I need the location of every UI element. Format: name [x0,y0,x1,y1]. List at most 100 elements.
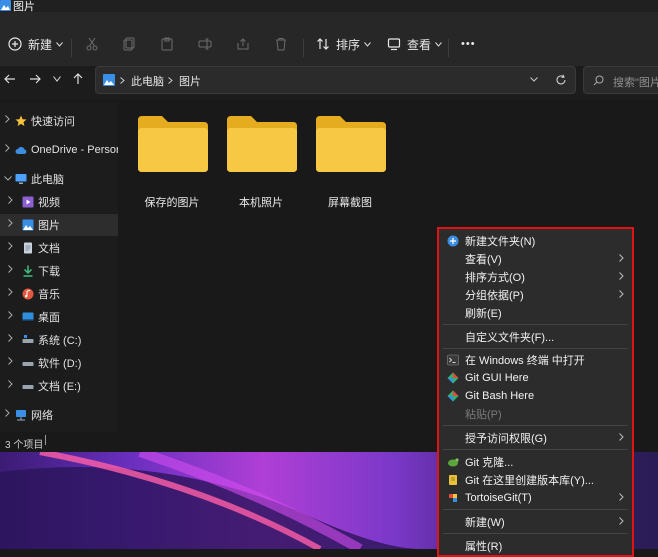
video-icon [22,196,34,208]
chevron-right-icon[interactable] [8,196,13,204]
folder-item[interactable]: 屏幕截图 [310,112,390,209]
sidebar-item-label: 下载 [38,266,60,278]
terminal-icon [447,354,459,366]
sidebar-item-label: 此电脑 [31,174,64,186]
view-icon [387,38,401,51]
network-icon [16,410,26,421]
menu-item-label: 排序方式(O) [465,272,525,284]
pictures-icon [22,219,34,231]
menu-item-give-access[interactable]: 授予访问权限(G) [439,429,632,447]
sidebar-item-quick-access[interactable]: 快速访问 [0,110,118,132]
view-button[interactable]: 查看 [387,34,442,54]
paste-button[interactable] [160,34,174,54]
sidebar-item-drive-c[interactable]: 系统 (C:) [0,329,118,351]
chevron-right-icon[interactable] [8,242,13,250]
menu-item-sort-by[interactable]: 排序方式(O) [439,268,632,286]
pictures-app-icon [0,0,11,11]
menu-item-label: 属性(R) [465,541,503,553]
menu-item-paste: 粘贴(P) [439,405,632,423]
more-label: ••• [461,38,476,50]
folder-label: 本机照片 [239,197,283,209]
menu-item-git-bash[interactable]: Git Bash Here [439,387,632,405]
up-arrow-icon[interactable] [72,73,84,85]
sidebar-item-drive-d[interactable]: 软件 (D:) [0,352,118,374]
menu-item-view[interactable]: 查看(V) [439,250,632,268]
sidebar-item-label: 网络 [31,410,53,422]
toolbar-divider [448,39,449,57]
toolbar-divider [71,39,72,57]
chevron-right-icon[interactable] [8,265,13,273]
search-placeholder: 搜索"图片 [613,77,658,89]
share-button[interactable] [236,34,250,54]
folder-item[interactable]: 本机照片 [221,112,301,209]
chevron-down-icon [435,41,442,47]
chevron-right-icon[interactable] [8,288,13,296]
more-options-button[interactable]: ••• [461,34,476,54]
chevron-right-icon[interactable] [8,219,13,227]
refresh-icon[interactable] [555,74,567,86]
back-arrow-icon[interactable] [4,73,16,85]
menu-separator [443,533,628,534]
sidebar-item-music[interactable]: 音乐 [0,283,118,305]
menu-item-group-by[interactable]: 分组依据(P) [439,286,632,304]
sidebar-item-pictures[interactable]: 图片 [0,214,118,236]
chevron-right-icon [619,254,624,262]
copy-button[interactable] [122,34,136,54]
menu-item-open-in-terminal[interactable]: 在 Windows 终端 中打开 [439,351,632,369]
sidebar-item-onedrive[interactable]: OneDrive - Persona [0,139,118,161]
breadcrumb-pictures[interactable]: 图片 [179,73,201,89]
delete-button[interactable] [274,34,288,54]
chevron-right-icon[interactable] [5,115,10,123]
chevron-right-icon[interactable] [8,334,13,342]
cut-button[interactable] [85,34,99,54]
menu-item-label: Git 克隆... [465,457,514,469]
chevron-down-icon[interactable] [4,176,12,181]
rename-button[interactable] [198,34,212,54]
recent-locations-icon[interactable] [53,76,61,82]
menu-item-tortoisegit[interactable]: TortoiseGit(T) [439,489,632,507]
new-label: 新建 [28,37,53,52]
chevron-right-icon[interactable] [8,380,13,388]
sidebar-item-label: 音乐 [38,289,60,301]
chevron-right-icon[interactable] [8,357,13,365]
sidebar-item-label: 图片 [38,220,60,232]
sidebar-item-desktop[interactable]: 桌面 [0,306,118,328]
breadcrumb-this-pc[interactable]: 此电脑 [131,73,164,89]
menu-item-label: Git Bash Here [465,390,535,402]
sort-button[interactable]: 排序 [316,34,371,54]
sidebar-item-videos[interactable]: 视频 [0,191,118,213]
search-box[interactable]: 搜索"图片 [583,66,658,94]
documents-icon [24,242,32,254]
chevron-down-icon [364,41,371,47]
sidebar-item-this-pc[interactable]: 此电脑 [0,168,118,190]
sidebar-item-documents[interactable]: 文档 [0,237,118,259]
chevron-right-icon[interactable] [5,409,10,417]
menu-item-new-folder[interactable]: 新建文件夹(N) [439,232,632,250]
sidebar-item-label: 文档 (E:) [38,381,81,393]
drive-icon [22,335,34,343]
menu-item-git-create-repo[interactable]: Git 在这里创建版本库(Y)... [439,471,632,489]
new-button[interactable]: 新建 [8,34,63,54]
sidebar-item-drive-e[interactable]: 文档 (E:) [0,375,118,397]
menu-item-label: Git 在这里创建版本库(Y)... [465,475,594,487]
folder-item[interactable]: 保存的图片 [132,112,212,209]
chevron-right-icon[interactable] [8,311,13,319]
folder-icon [138,116,208,172]
desktop-icon [22,312,34,321]
chevron-right-icon[interactable] [5,144,10,152]
sidebar-item-network[interactable]: 网络 [0,404,118,426]
chevron-down-icon[interactable] [530,77,538,82]
menu-item-git-gui[interactable]: Git GUI Here [439,369,632,387]
menu-item-label: 分组依据(P) [465,290,524,302]
menu-item-label: 在 Windows 终端 中打开 [465,355,585,367]
address-bar[interactable]: 此电脑 图片 [95,66,576,94]
menu-item-refresh[interactable]: 刷新(E) [439,304,632,322]
menu-item-git-clone[interactable]: Git 克隆... [439,453,632,471]
menu-item-customize-folder[interactable]: 自定义文件夹(F)... [439,328,632,346]
sidebar-item-downloads[interactable]: 下载 [0,260,118,282]
tortoisegit-icon [449,475,457,485]
folder-label: 保存的图片 [144,197,200,209]
forward-arrow-icon[interactable] [29,73,41,85]
menu-item-properties[interactable]: 属性(R) [439,537,632,555]
menu-item-new[interactable]: 新建(W) [439,513,632,531]
